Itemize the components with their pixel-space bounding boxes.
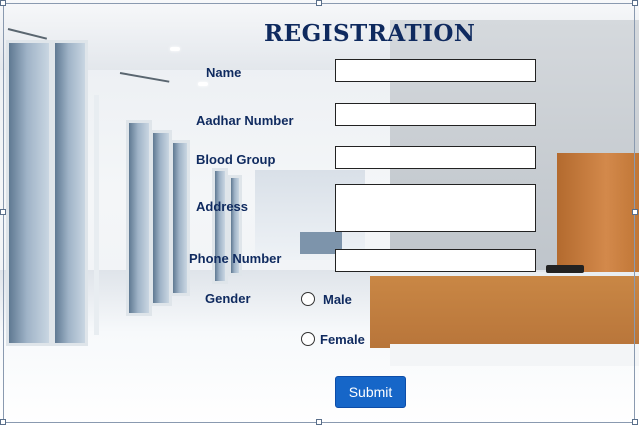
- gender-female-radio[interactable]: [301, 332, 315, 346]
- submit-button[interactable]: Submit: [335, 376, 406, 408]
- gender-label: Gender: [205, 291, 251, 306]
- gender-male-radio[interactable]: [301, 292, 315, 306]
- wall-pillar: [94, 95, 99, 335]
- resize-handle[interactable]: [0, 0, 6, 6]
- background-image: [0, 0, 639, 426]
- form-title: REGISTRATION: [264, 20, 476, 47]
- phone-label: Phone Number: [189, 251, 282, 266]
- ceiling-beam: [119, 72, 170, 83]
- glass-wall: [6, 40, 52, 346]
- wood-panel: [557, 153, 639, 283]
- monitor: [546, 265, 584, 273]
- resize-handle[interactable]: [0, 209, 6, 215]
- ceiling-light: [198, 82, 208, 86]
- reception-desk: [370, 272, 639, 348]
- glass-wall: [52, 40, 88, 346]
- resize-handle[interactable]: [632, 419, 638, 425]
- name-input[interactable]: [335, 59, 536, 82]
- resize-handle[interactable]: [316, 0, 322, 6]
- aadhar-input[interactable]: [335, 103, 536, 126]
- address-label: Address: [196, 199, 249, 214]
- resize-handle[interactable]: [0, 419, 6, 425]
- glass-wall: [170, 140, 190, 296]
- name-label: Name: [206, 65, 242, 80]
- ceiling-light: [170, 47, 180, 51]
- resize-handle[interactable]: [316, 419, 322, 425]
- gender-male-label[interactable]: Male: [323, 292, 352, 307]
- resize-handle[interactable]: [632, 0, 638, 6]
- resize-handle[interactable]: [632, 209, 638, 215]
- glass-wall: [212, 168, 228, 284]
- gender-female-label[interactable]: Female: [320, 332, 365, 347]
- blood-group-input[interactable]: [335, 146, 536, 169]
- address-input[interactable]: [335, 184, 536, 232]
- glass-wall: [126, 120, 152, 316]
- aadhar-label: Aadhar Number: [196, 113, 294, 128]
- phone-input[interactable]: [335, 249, 536, 272]
- blood-group-label: Blood Group: [196, 152, 276, 167]
- desk-base: [390, 344, 639, 366]
- glass-wall: [150, 130, 172, 306]
